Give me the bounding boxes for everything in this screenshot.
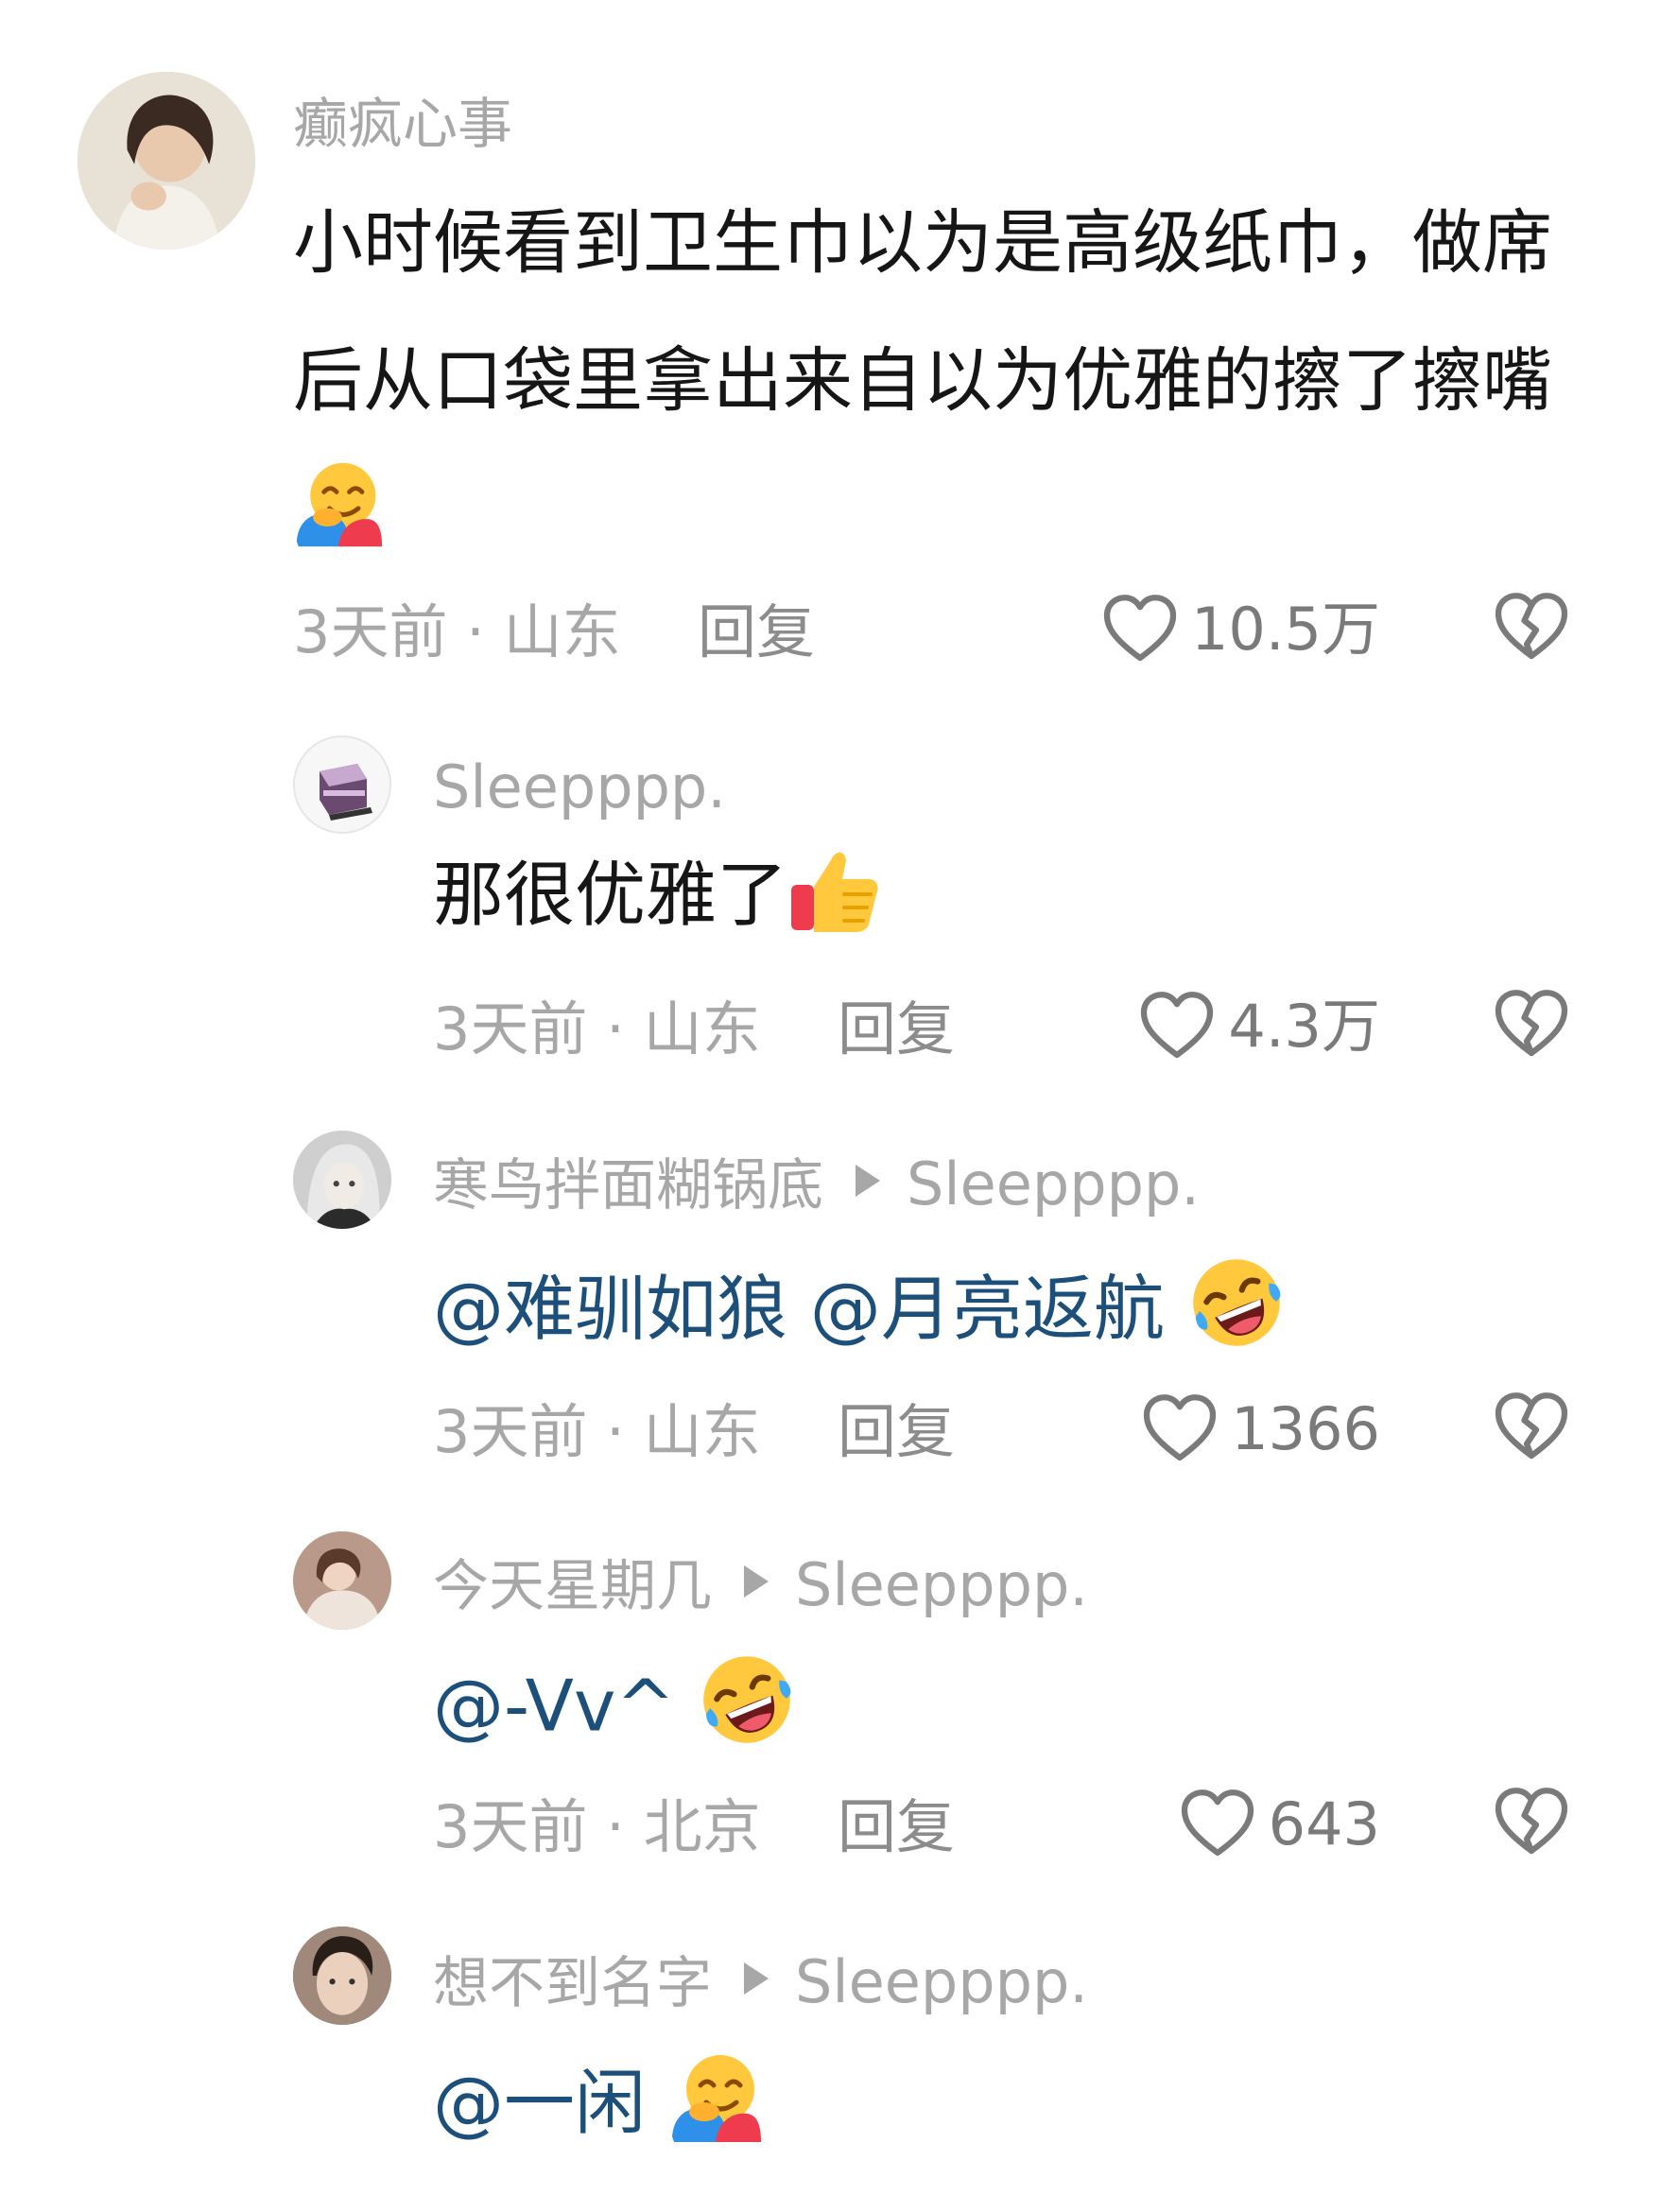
reply-text: 那很优雅了	[433, 855, 882, 936]
like-count: 10.5万	[1190, 595, 1380, 664]
avatar[interactable]	[293, 1131, 391, 1229]
heart-icon	[1102, 592, 1178, 667]
comment-thread: 癫疯心事 小时候看到卫生巾以为是高级纸巾，做席 后从口袋里拿出来自以为优雅的擦了…	[0, 0, 1660, 2212]
heart-icon	[1139, 989, 1215, 1064]
like-button[interactable]: 4.3万	[1139, 989, 1380, 1064]
reply-button[interactable]: 回复	[698, 603, 815, 662]
reply-username: 今天星期几 Sleepppp.	[433, 1556, 1088, 1615]
thumbs-up-emoji-icon	[787, 841, 882, 936]
like-button[interactable]: 1366	[1142, 1391, 1380, 1467]
reply-text-body: 那很优雅了	[433, 853, 788, 937]
comment-emoji-line	[293, 458, 384, 560]
like-button[interactable]: 10.5万	[1102, 592, 1380, 667]
comment-username[interactable]: 癫疯心事	[293, 96, 512, 151]
heart-icon	[1180, 1787, 1255, 1862]
avatar[interactable]	[293, 1531, 391, 1630]
reply-username: 想不到名字 Sleepppp.	[433, 1953, 1088, 2012]
rofl-emoji-icon	[1187, 1253, 1286, 1352]
user-photo-icon	[293, 1531, 391, 1630]
dislike-button[interactable]	[1494, 590, 1569, 669]
cake-avatar-icon	[295, 737, 389, 832]
reply-button[interactable]: 回复	[838, 1798, 955, 1857]
reply-text: @一闲	[433, 2063, 763, 2144]
mention-link[interactable]: @一闲	[433, 2062, 646, 2145]
user-photo-icon	[78, 72, 255, 250]
reply-target[interactable]: Sleepppp.	[795, 1550, 1088, 1619]
avatar[interactable]	[293, 735, 391, 834]
anime-avatar-icon	[293, 1131, 391, 1229]
dislike-button[interactable]	[1494, 987, 1569, 1066]
avatar[interactable]	[78, 72, 255, 250]
reply-author[interactable]: 寒鸟拌面糊锅底	[433, 1152, 823, 1218]
reply-arrow-icon	[744, 1962, 769, 1995]
mention-link[interactable]: @-Vv^	[433, 1665, 675, 1748]
reply-button[interactable]: 回复	[838, 1403, 955, 1461]
like-count: 4.3万	[1228, 992, 1380, 1061]
reply-author[interactable]: 今天星期几	[433, 1553, 712, 1618]
user-photo-icon	[293, 1927, 391, 2025]
like-button[interactable]: 643	[1180, 1787, 1380, 1862]
reply-time-location: 3天前 · 山东	[433, 1397, 761, 1466]
rofl-emoji-icon	[698, 1650, 796, 1749]
reply-username: 寒鸟拌面糊锅底 Sleepppp.	[433, 1155, 1200, 1214]
broken-heart-icon	[1494, 1390, 1569, 1465]
comment-text-line-2: 后从口袋里拿出来自以为优雅的擦了擦嘴	[293, 340, 1552, 422]
reply-arrow-icon	[856, 1165, 881, 1197]
broken-heart-icon	[1494, 1785, 1569, 1860]
reply-button[interactable]: 回复	[838, 1000, 955, 1059]
comment-time-location: 3天前 · 山东	[293, 597, 621, 666]
mention-link[interactable]: @月亮返航	[810, 1268, 1165, 1351]
reply-author[interactable]: 想不到名字	[433, 1950, 712, 2015]
reply-time-location: 3天前 · 山东	[433, 994, 761, 1063]
reply-target[interactable]: Sleepppp.	[795, 1947, 1088, 2016]
heart-icon	[1142, 1391, 1218, 1467]
mention-link[interactable]: @难驯如狼	[433, 1268, 787, 1351]
broken-heart-icon	[1494, 987, 1569, 1063]
dislike-button[interactable]	[1494, 1785, 1569, 1864]
dislike-button[interactable]	[1494, 1390, 1569, 1469]
comment-text-line-1: 小时候看到卫生巾以为是高级纸巾，做席	[293, 202, 1552, 284]
hugging-face-emoji-icon	[293, 458, 384, 548]
reply-arrow-icon	[744, 1565, 769, 1598]
like-count: 1366	[1231, 1394, 1380, 1463]
like-count: 643	[1268, 1789, 1380, 1858]
hugging-face-emoji-icon	[668, 2049, 763, 2144]
reply-text: @-Vv^	[433, 1664, 796, 1749]
broken-heart-icon	[1494, 590, 1569, 665]
reply-username[interactable]: Sleepppp.	[433, 758, 726, 817]
reply-time-location: 3天前 · 北京	[433, 1792, 761, 1861]
reply-target[interactable]: Sleepppp.	[907, 1149, 1200, 1218]
avatar[interactable]	[293, 1927, 391, 2025]
reply-text: @难驯如狼 @月亮返航	[433, 1267, 1286, 1352]
